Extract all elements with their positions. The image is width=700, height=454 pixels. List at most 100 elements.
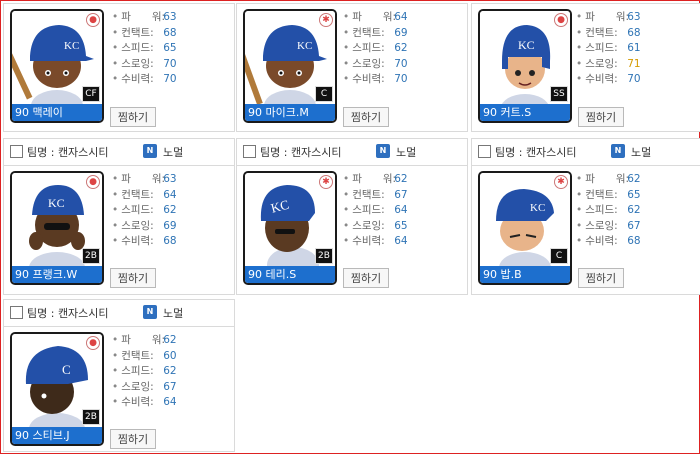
stat-contact: • 컨택트: 65 (576, 188, 641, 201)
position-badge: 2B (315, 248, 333, 264)
stat-list: • 파 워:62 • 컨택트: 67 • 스피드: 64 • 스로잉: 65 • 수비력: 64 (343, 172, 408, 250)
player-card-5: 팀명 : 캔자스시티 N 노멀 KC ✱ 2B 90 테리.S • 파 워:62 … (236, 138, 468, 295)
svg-text:KC: KC (530, 202, 545, 214)
stat-list: • 파 워:62 • 컨택트: 65 • 스피드: 62 • 스로잉: 67 • 수비력: 68 (576, 172, 641, 250)
player-name: 90 스티브.J (12, 427, 102, 444)
card-header: 팀명 : 캔자스시티 N 노멀 (4, 139, 234, 166)
stat-throwing: • 스로잉: 71 (576, 57, 641, 70)
player-portrait[interactable]: C ● 2B 90 스티브.J (10, 332, 104, 446)
stat-speed: • 스피드: 62 (112, 204, 177, 216)
n-grade-icon: N (143, 144, 157, 158)
stat-contact: • 컨택트: 69 (343, 26, 408, 39)
stat-throwing: • 스로잉: 65 (343, 219, 408, 232)
bat-ball-icon: ● (86, 336, 100, 350)
player-card-2: KC ✱ C 90 마이크.M • 파 워:64 • 컨택트: 69 • 스피드: 62 … (236, 3, 468, 132)
zzim-button[interactable]: 찜하기 (343, 107, 389, 127)
stat-list: • 파 워:63 • 컨택트: 68 • 스피드: 65 • 스로잉: 70 • 수비력: 70 (112, 10, 177, 88)
svg-text:KC: KC (64, 40, 79, 52)
player-name: 90 마이크.M (245, 104, 335, 121)
stat-power: • 파 워:62 (112, 334, 177, 346)
player-portrait[interactable]: KC ✱ C 90 밥.B (478, 171, 572, 285)
player-name: 90 프랭크.W (12, 266, 102, 283)
svg-text:KC: KC (518, 38, 535, 52)
card-header: 팀명 : 캔자스시티 N 노멀 (4, 300, 234, 327)
n-grade-icon: N (143, 305, 157, 319)
stat-power: • 파 워:63 (576, 11, 641, 23)
stat-defense: • 수비력: 70 (576, 73, 641, 85)
card-header: 팀명 : 캔자스시티 N 노멀 (472, 139, 700, 166)
player-portrait[interactable]: KC ✱ C 90 마이크.M (243, 9, 337, 123)
stat-defense: • 수비력: 68 (112, 235, 177, 247)
player-card-7: 팀명 : 캔자스시티 N 노멀 C ● 2B 90 스티브.J • 파 워:62 … (3, 299, 235, 452)
stat-throwing: • 스로잉: 69 (112, 219, 177, 232)
team-label: 팀명 : 캔자스시티 (27, 146, 109, 159)
position-badge: C (550, 248, 568, 264)
zzim-button[interactable]: 찜하기 (578, 107, 624, 127)
player-portrait[interactable]: KC ● 2B 90 프랭크.W (10, 171, 104, 285)
player-name: 90 테리.S (245, 266, 335, 283)
glove-icon: ✱ (319, 13, 333, 27)
zzim-button[interactable]: 찜하기 (578, 268, 624, 288)
player-portrait[interactable]: KC ● CF 90 맥레이 (10, 9, 104, 123)
grade-label: 노멀 (631, 146, 652, 159)
stat-defense: • 수비력: 64 (112, 396, 177, 408)
stat-speed: • 스피드: 65 (112, 42, 177, 54)
zzim-button[interactable]: 찜하기 (343, 268, 389, 288)
team-label: 팀명 : 캔자스시티 (495, 146, 577, 159)
select-checkbox[interactable] (243, 145, 256, 158)
player-card-4: 팀명 : 캔자스시티 N 노멀 KC ● 2B 90 프랭크.W • 파 워:63… (3, 138, 235, 295)
stat-power: • 파 워:63 (112, 11, 177, 23)
zzim-button[interactable]: 찜하기 (110, 107, 156, 127)
stat-list: • 파 워:64 • 컨택트: 69 • 스피드: 62 • 스로잉: 70 • 수비력: 70 (343, 10, 408, 88)
stat-power: • 파 워:62 (576, 173, 641, 185)
player-name: 90 커트.S (480, 104, 570, 121)
glove-icon: ✱ (319, 175, 333, 189)
svg-text:C: C (62, 362, 71, 377)
stat-speed: • 스피드: 62 (112, 365, 177, 377)
grade-label: 노멀 (163, 146, 184, 159)
stat-throwing: • 스로잉: 70 (112, 57, 177, 70)
n-grade-icon: N (611, 144, 625, 158)
stat-defense: • 수비력: 64 (343, 235, 408, 247)
stat-contact: • 컨택트: 67 (343, 188, 408, 201)
stat-contact: • 컨택트: 64 (112, 188, 177, 201)
position-badge: 2B (82, 409, 100, 425)
svg-text:KC: KC (297, 40, 312, 52)
player-name: 90 밥.B (480, 266, 570, 283)
position-badge: SS (550, 86, 568, 102)
stat-speed: • 스피드: 62 (343, 42, 408, 54)
select-checkbox[interactable] (478, 145, 491, 158)
team-label: 팀명 : 캔자스시티 (260, 146, 342, 159)
grade-label: 노멀 (163, 307, 184, 320)
stat-contact: • 컨택트: 68 (576, 26, 641, 39)
position-badge: 2B (82, 248, 100, 264)
player-card-1: KC ● CF 90 맥레이 • 파 워:63 • 컨택트: 68 • 스피드: 65 •… (3, 3, 235, 132)
stat-speed: • 스피드: 64 (343, 204, 408, 216)
player-portrait[interactable]: KC ● SS 90 커트.S (478, 9, 572, 123)
n-grade-icon: N (376, 144, 390, 158)
zzim-button[interactable]: 찜하기 (110, 429, 156, 449)
stat-defense: • 수비력: 70 (112, 73, 177, 85)
stat-list: • 파 워:62 • 컨택트: 60 • 스피드: 62 • 스로잉: 67 • 수비력: 64 (112, 333, 177, 411)
stat-power: • 파 워:63 (112, 173, 177, 185)
select-checkbox[interactable] (10, 145, 23, 158)
stat-list: • 파 워:63 • 컨택트: 64 • 스피드: 62 • 스로잉: 69 • 수비력: 68 (112, 172, 177, 250)
stat-speed: • 스피드: 61 (576, 42, 641, 54)
card-header: 팀명 : 캔자스시티 N 노멀 (237, 139, 467, 166)
stat-contact: • 컨택트: 60 (112, 349, 177, 362)
stat-defense: • 수비력: 70 (343, 73, 408, 85)
grade-label: 노멀 (396, 146, 417, 159)
zzim-button[interactable]: 찜하기 (110, 268, 156, 288)
player-card-6: 팀명 : 캔자스시티 N 노멀 KC ✱ C 90 밥.B • 파 워:62 • 컨… (471, 138, 700, 295)
player-name: 90 맥레이 (12, 104, 102, 121)
glove-icon: ✱ (554, 175, 568, 189)
player-card-3: KC ● SS 90 커트.S • 파 워:63 • 컨택트: 68 • 스피드: 61 … (471, 3, 700, 132)
svg-text:KC: KC (48, 196, 65, 210)
player-portrait[interactable]: KC ✱ 2B 90 테리.S (243, 171, 337, 285)
stat-defense: • 수비력: 68 (576, 235, 641, 247)
stat-speed: • 스피드: 62 (576, 204, 641, 216)
select-checkbox[interactable] (10, 306, 23, 319)
stat-contact: • 컨택트: 68 (112, 26, 177, 39)
bat-ball-icon: ● (86, 13, 100, 27)
stat-throwing: • 스로잉: 67 (112, 380, 177, 393)
